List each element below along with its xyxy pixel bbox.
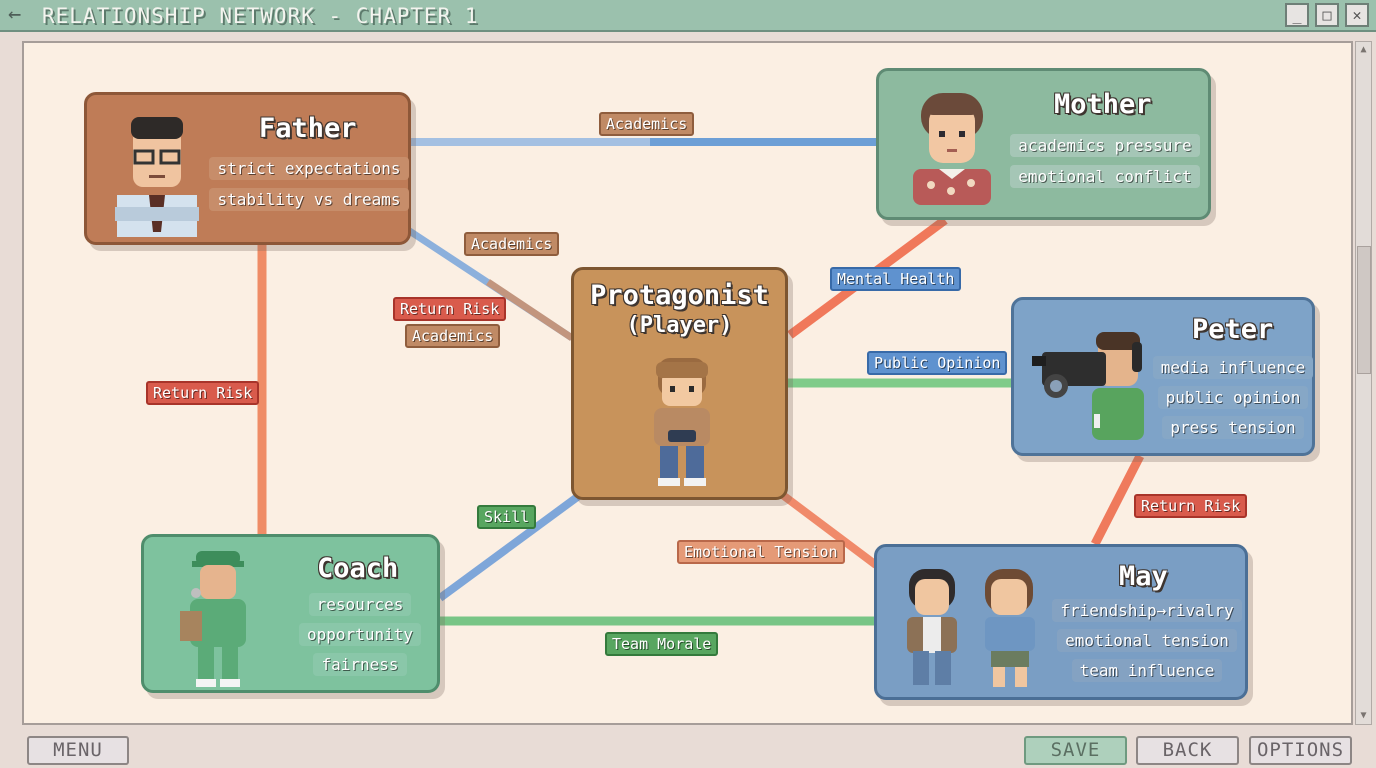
father-name: Father	[259, 113, 357, 144]
edge-label-mother-protagonist: Mental Health	[830, 267, 962, 291]
peter-tag: press tension	[1162, 416, 1304, 439]
may-tag: friendship→rivalry	[1052, 599, 1242, 622]
mother-portrait-icon	[913, 93, 991, 205]
coach-sprite-icon	[180, 551, 246, 687]
options-button[interactable]: OPTIONS	[1249, 736, 1352, 765]
peter-name: Peter	[1192, 314, 1274, 345]
father-tag: stability vs dreams	[209, 188, 409, 211]
peter-cameraman-icon	[1032, 332, 1144, 440]
edge-label-father-coach: Return Risk	[146, 381, 260, 405]
mother-tags: academics pressure emotional conflict	[1010, 134, 1200, 188]
protagonist-sprite-icon	[654, 358, 710, 486]
menu-button[interactable]: MENU	[27, 736, 129, 765]
peter-tag: media influence	[1152, 356, 1314, 379]
protagonist-name: Protagonist	[590, 280, 769, 311]
peter-tags: media influence public opinion press ten…	[1152, 356, 1314, 439]
edge-label-coach-may: Team Morale	[605, 632, 719, 656]
node-father[interactable]: Father strict expectations stability vs …	[84, 92, 411, 245]
may-tag: team influence	[1071, 659, 1223, 682]
father-portrait-icon	[115, 117, 199, 237]
may-pair-sprite-icon	[907, 569, 1035, 687]
edge-label-protagonist-may: Emotional Tension	[677, 540, 845, 564]
mother-name: Mother	[1054, 89, 1152, 120]
edge-label-protagonist-coach: Skill	[477, 505, 537, 529]
back-button[interactable]: BACK	[1136, 736, 1239, 765]
node-may[interactable]: May friendship→rivalry emotional tension…	[874, 544, 1248, 700]
node-mother[interactable]: Mother academics pressure emotional conf…	[876, 68, 1211, 220]
node-protagonist[interactable]: Protagonist (Player)	[571, 267, 788, 500]
peter-tag: public opinion	[1157, 386, 1309, 409]
edge-label-academics-father: Academics	[405, 324, 501, 348]
coach-tag: fairness	[313, 653, 407, 676]
mother-tag: academics pressure	[1010, 134, 1200, 157]
save-button[interactable]: SAVE	[1024, 736, 1127, 765]
may-name: May	[1119, 561, 1168, 592]
node-coach[interactable]: Coach resources opportunity fairness	[141, 534, 440, 693]
coach-tags: resources opportunity fairness	[294, 593, 426, 676]
may-tag: emotional tension	[1057, 629, 1237, 652]
edge-label-father-mother: Academics	[599, 112, 695, 136]
coach-tag: resources	[308, 593, 412, 616]
father-tags: strict expectations stability vs dreams	[209, 157, 409, 211]
mother-tag: emotional conflict	[1010, 165, 1200, 188]
protagonist-subname: (Player)	[626, 313, 733, 338]
edge-label-return-risk-father: Return Risk	[393, 297, 507, 321]
edge-label-peter-may: Return Risk	[1134, 494, 1248, 518]
node-peter[interactable]: Peter media influence public opinion pre…	[1011, 297, 1315, 456]
father-tag: strict expectations	[209, 157, 409, 180]
may-tags: friendship→rivalry emotional tension tea…	[1052, 599, 1242, 682]
edge-label-father-protagonist: Academics	[464, 232, 560, 256]
edge-label-protagonist-peter: Public Opinion	[867, 351, 1008, 375]
coach-tag: opportunity	[299, 623, 421, 646]
coach-name: Coach	[317, 553, 399, 584]
